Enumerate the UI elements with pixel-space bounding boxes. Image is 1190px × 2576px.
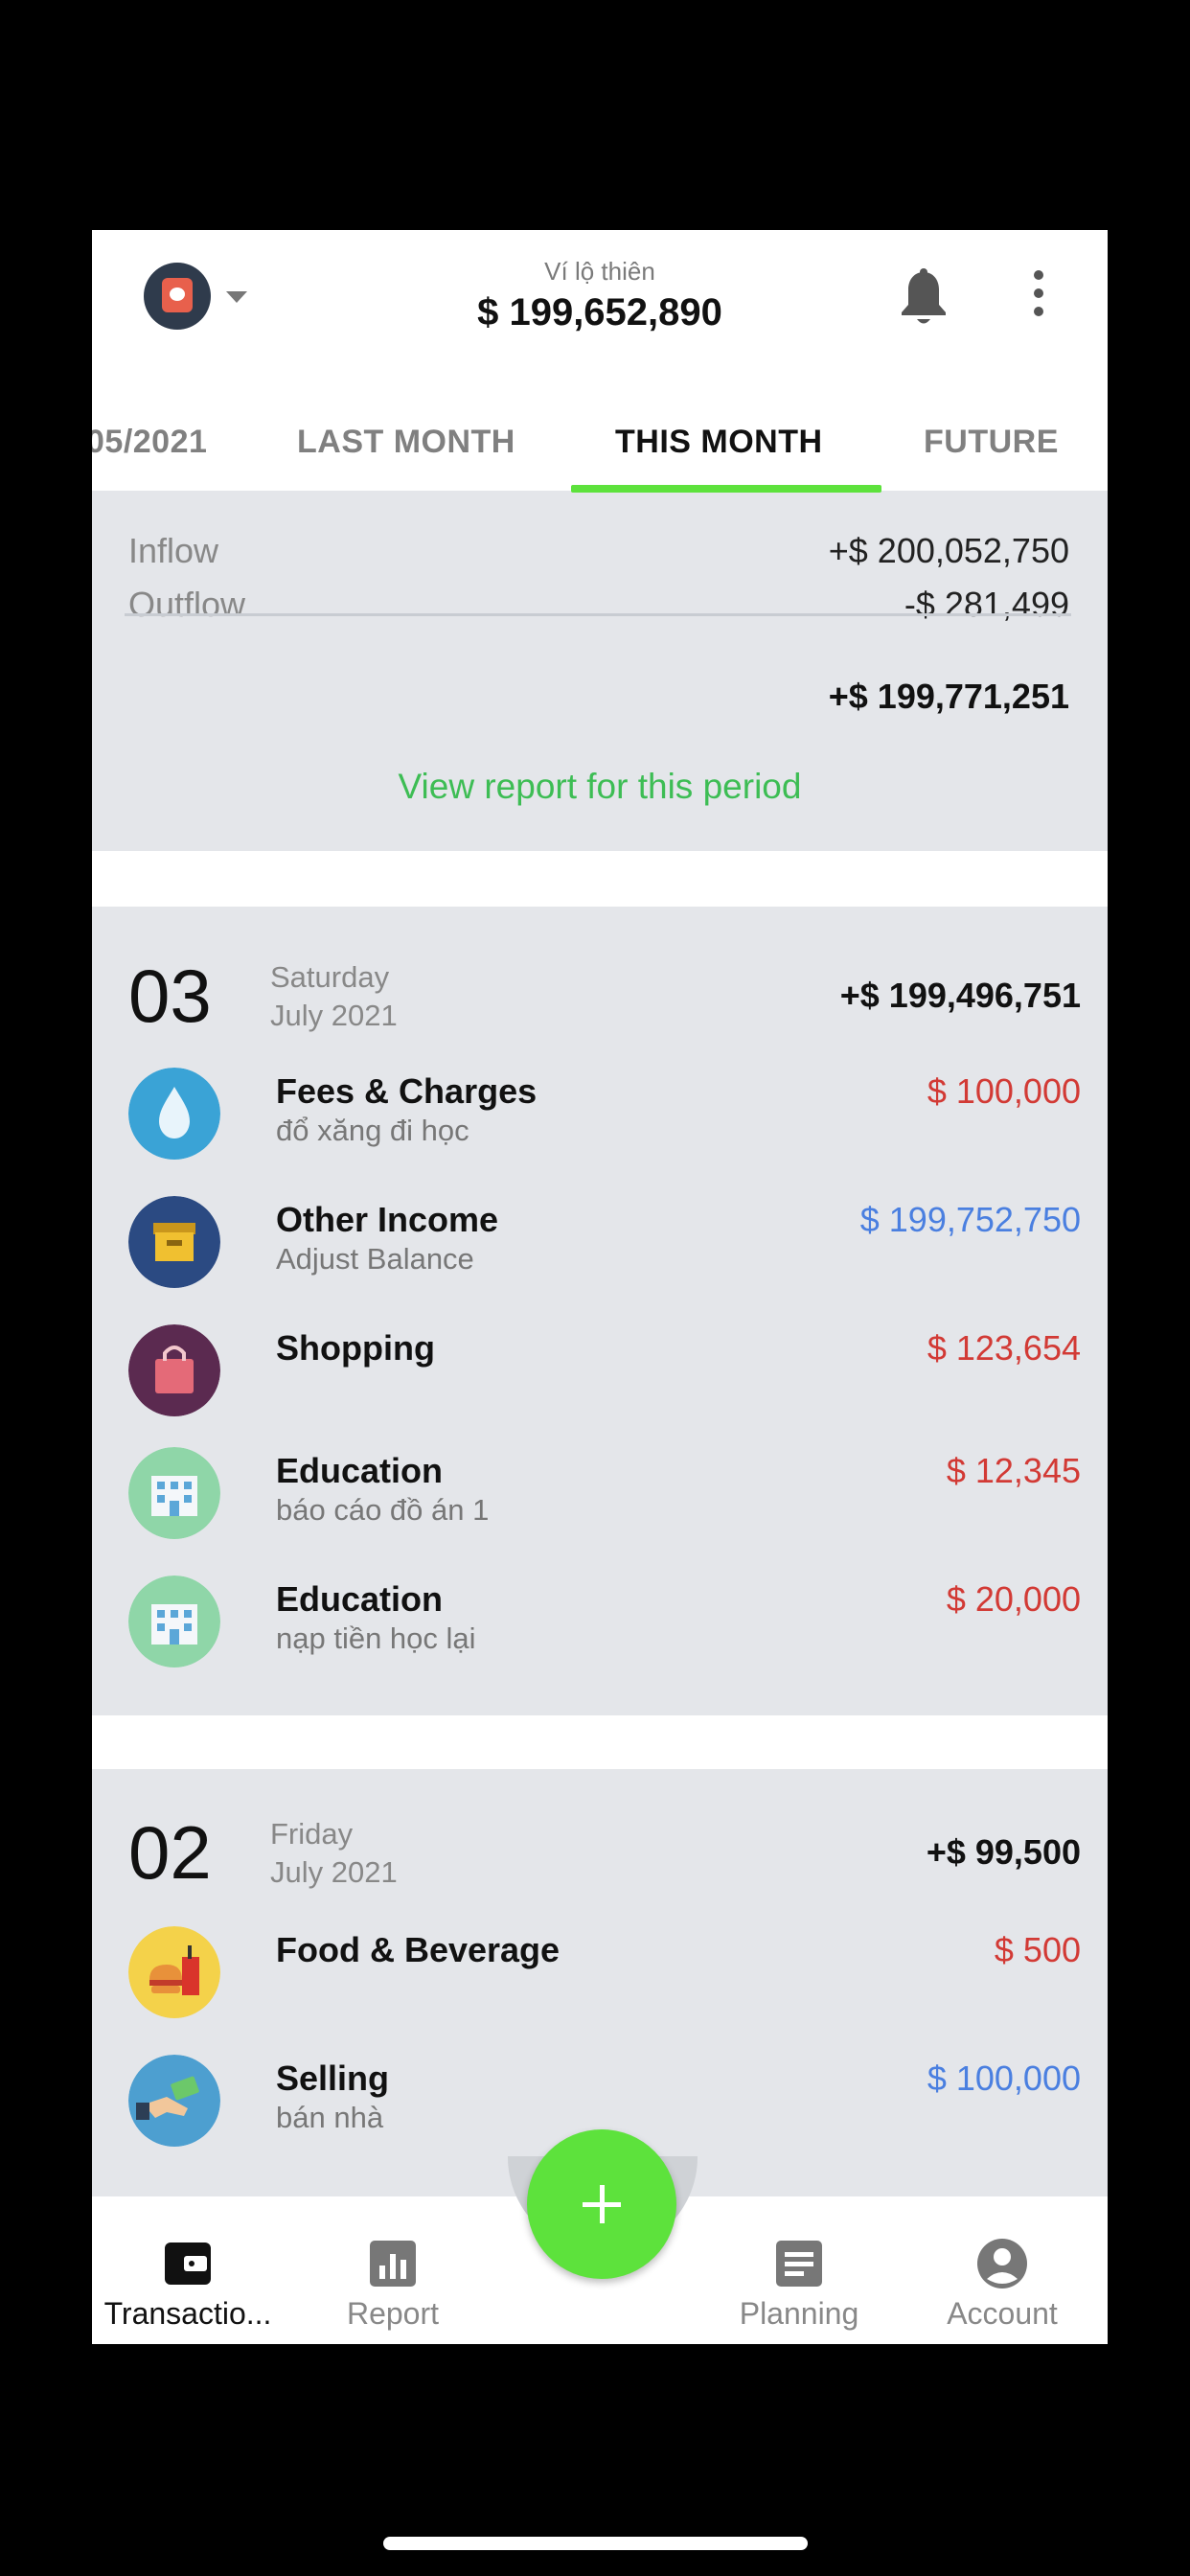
- bell-icon[interactable]: [897, 268, 950, 330]
- inflow-value: +$ 200,052,750: [828, 531, 1069, 570]
- day-group: 03 Saturday July 2021 +$ 199,496,751 Fee…: [92, 907, 1108, 1432]
- food-drink-icon: [128, 1926, 220, 2018]
- nav-label: Transactio...: [103, 2296, 272, 2331]
- day-weekday: Friday: [270, 1817, 354, 1851]
- tab-this-month[interactable]: THIS MONTH: [615, 401, 823, 491]
- document-list-icon: [776, 2241, 822, 2287]
- outflow-value: -$ 281,499: [904, 585, 1069, 624]
- tab-future[interactable]: FUTURE: [924, 401, 1059, 491]
- nav-report[interactable]: Report: [297, 2196, 489, 2344]
- day-month: July 2021: [270, 1855, 398, 1889]
- view-report-link[interactable]: View report for this period: [92, 767, 1108, 807]
- transaction-row[interactable]: Education nạp tiền học lại $ 20,000: [92, 1576, 1108, 1704]
- nav-planning[interactable]: Planning: [703, 2196, 895, 2344]
- account-circle-icon: [977, 2239, 1027, 2288]
- nav-label: Report: [346, 2296, 440, 2331]
- app-screen: Ví lộ thiên $ 199,652,890 05/2021 LAST M…: [92, 230, 1108, 2344]
- period-tabs: 05/2021 LAST MONTH THIS MONTH FUTURE: [92, 401, 1108, 491]
- active-tab-indicator: [571, 485, 881, 493]
- tab-last-month[interactable]: LAST MONTH: [297, 401, 515, 491]
- transaction-note: Adjust Balance: [276, 1242, 474, 1276]
- transaction-category: Education: [276, 1579, 444, 1619]
- transaction-amount: $ 12,345: [946, 1451, 1081, 1490]
- transaction-category: Selling: [276, 2058, 390, 2098]
- nav-transactions[interactable]: Transactio...: [92, 2196, 284, 2344]
- bar-chart-icon: [370, 2241, 416, 2287]
- transaction-amount: $ 100,000: [927, 2058, 1081, 2098]
- transaction-amount: $ 100,000: [927, 1071, 1081, 1111]
- transaction-category: Food & Beverage: [276, 1930, 561, 1969]
- wallet-name: Ví lộ thiên: [544, 257, 655, 286]
- transaction-amount: $ 123,654: [927, 1328, 1081, 1368]
- nav-label: Account: [947, 2296, 1058, 2331]
- handshake-money-icon: [128, 2055, 220, 2147]
- transaction-row[interactable]: Education báo cáo đồ án 1 $ 12,345: [92, 1447, 1108, 1576]
- more-vert-icon[interactable]: [1029, 270, 1048, 324]
- transaction-amount: $ 199,752,750: [859, 1200, 1081, 1239]
- school-building-icon: [128, 1576, 220, 1668]
- tab-05-2021[interactable]: 05/2021: [92, 401, 207, 491]
- summary-divider: [125, 613, 1071, 616]
- net-total: +$ 199,771,251: [828, 677, 1069, 716]
- day-total: +$ 99,500: [926, 1832, 1081, 1872]
- wallet-balance: $ 199,652,890: [477, 291, 722, 334]
- inflow-label: Inflow: [128, 531, 219, 570]
- top-bar: Ví lộ thiên $ 199,652,890 05/2021 LAST M…: [92, 230, 1108, 493]
- outflow-label: Outflow: [128, 585, 246, 624]
- transaction-row[interactable]: Food & Beverage $ 500: [92, 1926, 1108, 2055]
- transaction-amount: $ 500: [994, 1930, 1081, 1969]
- shopping-bag-icon: [128, 1324, 220, 1416]
- day-number: 02: [128, 1810, 212, 1895]
- day-total: +$ 199,496,751: [839, 976, 1081, 1015]
- transaction-row[interactable]: Other Income Adjust Balance $ 199,752,75…: [92, 1196, 1108, 1324]
- day-weekday: Saturday: [270, 960, 390, 994]
- transaction-category: Other Income: [276, 1200, 499, 1239]
- transaction-category: Education: [276, 1451, 444, 1490]
- transaction-note: báo cáo đồ án 1: [276, 1493, 490, 1527]
- nav-label: Planning: [739, 2296, 859, 2331]
- transaction-note: nạp tiền học lại: [276, 1622, 476, 1655]
- transaction-row[interactable]: Fees & Charges đổ xăng đi học $ 100,000: [92, 1068, 1108, 1196]
- wallet-icon: [165, 2242, 211, 2285]
- water-drop-icon: [128, 1068, 220, 1160]
- home-indicator[interactable]: [383, 2537, 808, 2550]
- add-transaction-button[interactable]: [527, 2129, 676, 2279]
- transaction-category: Fees & Charges: [276, 1071, 538, 1111]
- section-gap: [92, 851, 1108, 907]
- day-month: July 2021: [270, 999, 398, 1032]
- school-building-icon: [128, 1447, 220, 1539]
- transaction-note: bán nhà: [276, 2101, 384, 2134]
- transaction-amount: $ 20,000: [946, 1579, 1081, 1619]
- transaction-category: Shopping: [276, 1328, 435, 1368]
- section-gap: [92, 1715, 1108, 1769]
- nav-account[interactable]: Account: [906, 2196, 1098, 2344]
- transaction-note: đổ xăng đi học: [276, 1114, 469, 1147]
- box-icon: [128, 1196, 220, 1288]
- day-number: 03: [128, 954, 212, 1038]
